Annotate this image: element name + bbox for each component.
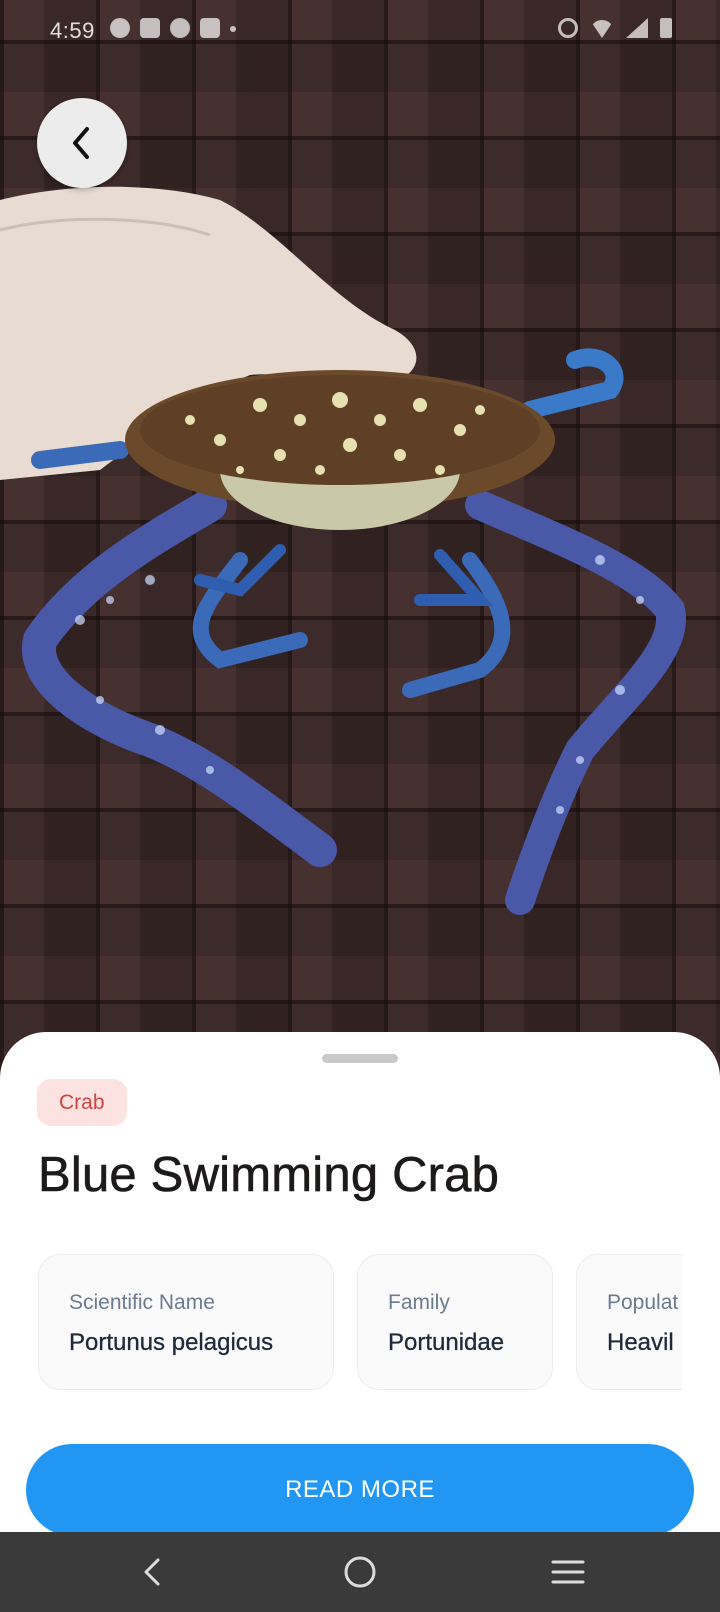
alarm-icon <box>558 18 578 38</box>
nav-home-icon <box>344 1556 376 1588</box>
info-cards-row[interactable]: Scientific Name Portunus pelagicus Famil… <box>38 1254 682 1394</box>
nav-recents-icon <box>551 1560 585 1584</box>
chat-icon <box>170 18 190 38</box>
info-card-family: Family Portunidae <box>357 1254 553 1390</box>
info-card-scientific-name: Scientific Name Portunus pelagicus <box>38 1254 334 1390</box>
more-notifications-icon <box>230 26 236 32</box>
info-card-label: Scientific Name <box>69 1291 215 1314</box>
facebook-icon <box>140 18 160 38</box>
details-sheet: Crab Blue Swimming Crab Scientific Name … <box>0 1032 720 1536</box>
nav-back-icon <box>144 1558 160 1586</box>
system-icons <box>558 18 672 38</box>
nav-recents-button[interactable] <box>518 1532 618 1612</box>
system-nav-bar <box>0 1532 720 1612</box>
read-more-button[interactable]: READ MORE <box>26 1444 694 1536</box>
status-bar: 4:59 <box>0 0 720 60</box>
info-card-population: Populat Heavil <box>576 1254 682 1390</box>
chevron-left-icon <box>73 127 89 159</box>
info-card-value: Heavil <box>607 1329 674 1356</box>
nav-back-button[interactable] <box>102 1532 202 1612</box>
nav-home-button[interactable] <box>310 1532 410 1612</box>
drag-handle[interactable] <box>322 1054 398 1063</box>
back-button[interactable] <box>37 98 127 188</box>
battery-icon <box>660 18 672 38</box>
category-chip: Crab <box>37 1079 127 1126</box>
info-card-label: Populat <box>607 1291 679 1314</box>
info-card-label: Family <box>388 1291 450 1314</box>
species-detail-screen: 4:59 Crab Blue Swimming Crab Scientific … <box>0 0 720 1612</box>
wifi-icon <box>590 20 614 38</box>
notification-icons <box>110 18 236 38</box>
info-card-value: Portunidae <box>388 1329 505 1356</box>
info-card-value: Portunus pelagicus <box>69 1329 274 1356</box>
messenger-icon <box>110 18 130 38</box>
signal-icon <box>626 18 648 38</box>
status-time: 4:59 <box>50 18 95 43</box>
species-title: Blue Swimming Crab <box>38 1148 500 1203</box>
facebook-icon-2 <box>200 18 220 38</box>
